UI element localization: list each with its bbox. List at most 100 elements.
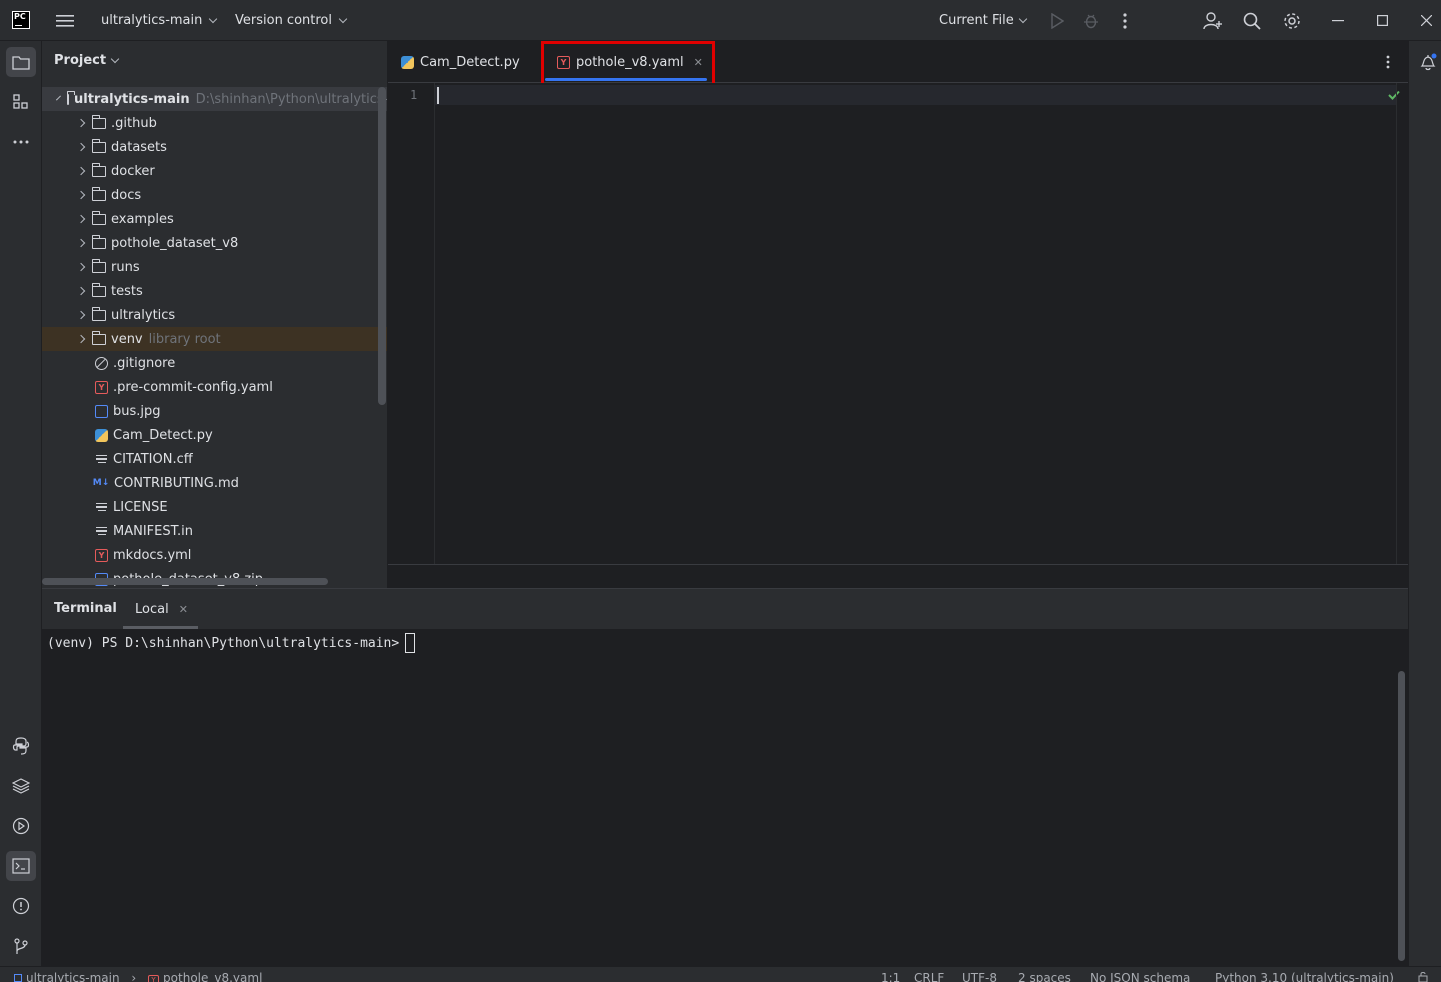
tree-file-row[interactable]: CITATION.cff [42, 447, 387, 471]
run-config-label: Current File [939, 13, 1014, 28]
services-button[interactable] [6, 811, 36, 841]
python-console-icon [12, 737, 30, 755]
json-schema[interactable]: No JSON schema [1090, 971, 1190, 982]
chevron-right-icon[interactable] [76, 262, 86, 272]
project-horizontal-scrollbar[interactable] [42, 578, 328, 585]
project-tree: ultralytics-main D:\shinhan\Python\ultra… [42, 87, 387, 588]
text-icon [95, 502, 108, 512]
more-tabs-icon[interactable] [1386, 55, 1390, 73]
project-view-selector[interactable]: Project [54, 53, 120, 68]
debug-icon[interactable] [1083, 0, 1099, 41]
tree-root-row[interactable]: ultralytics-main D:\shinhan\Python\ultra… [42, 87, 387, 111]
more-tools-button[interactable] [6, 127, 36, 157]
folder-icon [92, 210, 106, 225]
tree-folder-row[interactable]: docs [42, 183, 387, 207]
chevron-right-icon[interactable] [76, 142, 86, 152]
right-tool-strip [1408, 41, 1441, 966]
more-actions-icon[interactable] [1123, 0, 1127, 41]
folder-name: .github [111, 115, 157, 131]
tree-file-row[interactable]: MANIFEST.in [42, 519, 387, 543]
chevron-right-icon[interactable] [76, 286, 86, 296]
close-window-icon[interactable] [1421, 0, 1432, 41]
structure-icon [13, 94, 28, 109]
breadcrumb[interactable]: ultralytics-main › Ypothole_v8.yaml [14, 971, 262, 982]
main-menu-icon[interactable] [56, 0, 74, 41]
python-packages-button[interactable] [6, 771, 36, 801]
tree-file-row[interactable]: LICENSE [42, 495, 387, 519]
title-bar: PC ultralytics-main Version control Curr… [0, 0, 1441, 41]
close-terminal-tab-icon[interactable]: ✕ [179, 603, 188, 616]
problems-button[interactable] [6, 891, 36, 921]
run-icon[interactable] [1050, 0, 1064, 41]
tab-pothole-yaml[interactable]: Y pothole_v8.yaml ✕ [545, 41, 707, 83]
editor-scrollbar[interactable] [1396, 83, 1397, 564]
chevron-right-icon[interactable] [76, 190, 86, 200]
code-with-me-icon[interactable] [1203, 0, 1223, 41]
folder-name: pothole_dataset_v8 [111, 235, 239, 251]
chevron-right-icon[interactable] [76, 310, 86, 320]
tree-folder-row[interactable]: docker [42, 159, 387, 183]
tree-file-row[interactable]: bus.jpg [42, 399, 387, 423]
tree-file-row[interactable]: .gitignore [42, 351, 387, 375]
tree-folder-row[interactable]: datasets [42, 135, 387, 159]
layers-icon [12, 778, 30, 794]
folder-icon [67, 90, 75, 105]
notifications-bell-icon[interactable] [1419, 53, 1437, 75]
line-separator[interactable]: CRLF [914, 971, 944, 982]
file-name: CONTRIBUTING.md [114, 475, 239, 491]
python-console-button[interactable] [6, 731, 36, 761]
terminal-cursor [405, 633, 416, 653]
lock-icon[interactable] [1418, 971, 1430, 982]
terminal-prompt: (venv) PS D:\shinhan\Python\ultralytics-… [47, 635, 400, 651]
terminal-tool-button[interactable] [6, 851, 36, 881]
project-tool-button[interactable] [6, 47, 36, 77]
caret-position[interactable]: 1:1 [881, 971, 900, 982]
tree-venv-row[interactable]: venv library root [42, 327, 387, 351]
tree-folder-row[interactable]: tests [42, 279, 387, 303]
run-config-selector[interactable]: Current File [939, 0, 1027, 41]
indent-setting[interactable]: 2 spaces [1018, 971, 1071, 982]
terminal-scrollbar[interactable] [1398, 671, 1405, 961]
tree-folder-row[interactable]: pothole_dataset_v8 [42, 231, 387, 255]
folder-icon [92, 114, 106, 129]
inspection-ok-checkmark-icon[interactable] [1388, 89, 1400, 104]
chevron-right-icon[interactable] [76, 334, 86, 344]
settings-gear-icon[interactable] [1283, 0, 1301, 41]
maximize-icon[interactable] [1377, 0, 1388, 41]
project-selector[interactable]: ultralytics-main [101, 0, 218, 41]
chevron-right-icon[interactable] [76, 118, 86, 128]
chevron-down-icon[interactable] [56, 95, 61, 100]
tree-folder-row[interactable]: .github [42, 111, 387, 135]
tab-label: Cam_Detect.py [420, 54, 520, 70]
code-editor[interactable]: 1 [388, 83, 1408, 564]
folder-icon [92, 186, 106, 201]
terminal-prompt-line[interactable]: (venv) PS D:\shinhan\Python\ultralytics-… [47, 633, 416, 653]
chevron-right-icon[interactable] [76, 166, 86, 176]
project-vertical-scrollbar[interactable] [378, 87, 386, 405]
minimize-icon[interactable] [1332, 0, 1344, 41]
breadcrumb-separator: › [131, 971, 137, 982]
tree-file-row[interactable]: Ymkdocs.yml [42, 543, 387, 567]
git-button[interactable] [6, 931, 36, 961]
version-control-menu[interactable]: Version control [235, 0, 348, 41]
gitignore-icon [95, 356, 108, 370]
tree-folder-row[interactable]: runs [42, 255, 387, 279]
tree-folder-row[interactable]: ultralytics [42, 303, 387, 327]
tree-folder-row[interactable]: examples [42, 207, 387, 231]
yaml-icon: Y [148, 975, 160, 982]
search-icon[interactable] [1243, 0, 1261, 41]
tree-file-row[interactable]: M↓ CONTRIBUTING.md [42, 471, 387, 495]
structure-tool-button[interactable] [6, 87, 36, 117]
chevron-right-icon[interactable] [76, 238, 86, 248]
terminal-title: Terminal [54, 601, 117, 616]
terminal-tab-local[interactable]: Local ✕ [123, 589, 198, 629]
tab-cam-detect[interactable]: Cam_Detect.py [401, 41, 520, 83]
tree-file-row[interactable]: Cam_Detect.py [42, 423, 387, 447]
chevron-right-icon[interactable] [76, 214, 86, 224]
file-encoding[interactable]: UTF-8 [962, 971, 997, 982]
python-interpreter[interactable]: Python 3.10 (ultralytics-main) [1215, 971, 1394, 982]
close-tab-icon[interactable]: ✕ [694, 56, 703, 69]
git-branch-icon [14, 938, 28, 954]
status-bar: ultralytics-main › Ypothole_v8.yaml 1:1 … [0, 966, 1441, 982]
tree-file-row[interactable]: Y .pre-commit-config.yaml [42, 375, 387, 399]
